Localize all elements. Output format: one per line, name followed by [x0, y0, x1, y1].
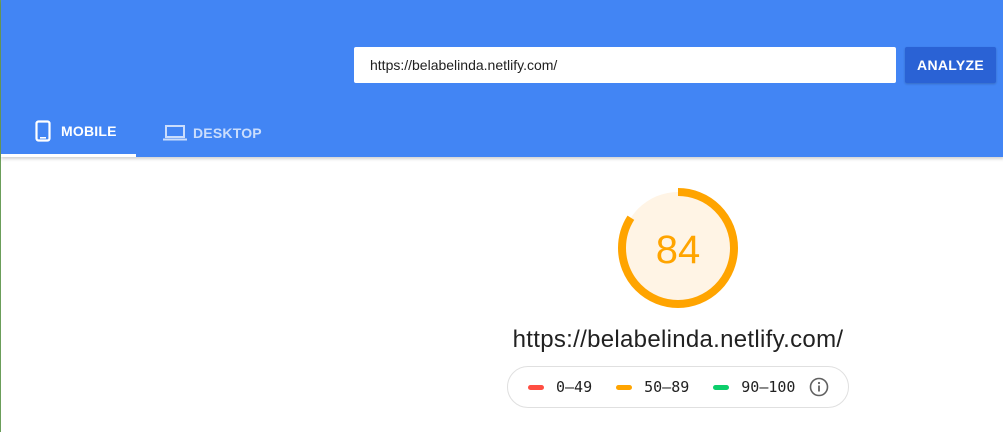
tab-desktop-label: DESKTOP: [193, 124, 262, 141]
url-input[interactable]: [354, 47, 896, 83]
analyze-button[interactable]: ANALYZE: [905, 47, 996, 83]
legend-dash-orange: [616, 384, 633, 390]
tab-mobile-label: MOBILE: [61, 123, 117, 139]
header-bar: ANALYZE MOBILE DESKTOP: [1, 0, 1003, 157]
report-url: https://belabelinda.netlify.com/: [512, 326, 844, 353]
legend-item-average: 50–89: [616, 378, 689, 396]
legend-label: 90–100: [741, 378, 796, 396]
page: ANALYZE MOBILE DESKTOP 84 https: [0, 0, 1003, 432]
score-value: 84: [656, 228, 701, 272]
phone-icon: [31, 119, 55, 143]
legend-item-fail: 0–49: [528, 378, 592, 396]
legend-label: 0–49: [556, 378, 593, 396]
legend-dash-green: [713, 384, 730, 390]
legend-item-pass: 90–100: [713, 378, 795, 396]
score-gauge: 84: [618, 188, 738, 308]
legend-dash-red: [528, 384, 544, 390]
info-icon[interactable]: [809, 377, 829, 397]
score-legend: 0–49 50–89 90–100: [507, 366, 849, 408]
laptop-icon: [163, 121, 187, 145]
legend-label: 50–89: [644, 378, 690, 396]
tab-mobile[interactable]: MOBILE: [1, 108, 136, 157]
tab-desktop[interactable]: DESKTOP: [151, 108, 281, 157]
